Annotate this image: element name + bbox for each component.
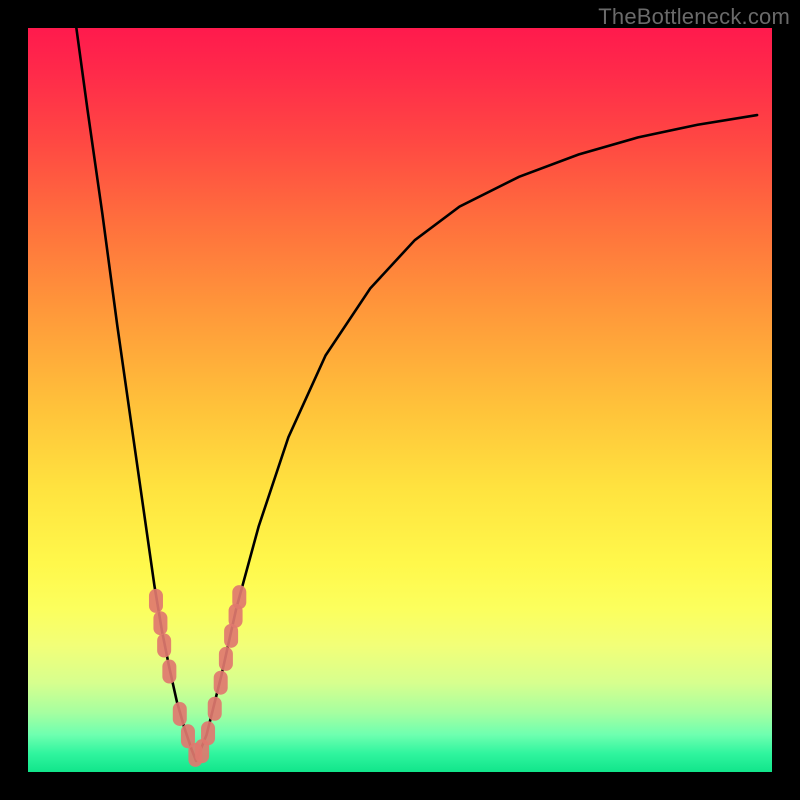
- data-marker: [153, 611, 167, 635]
- curve-right-branch: [196, 115, 757, 761]
- data-marker: [157, 634, 171, 658]
- plot-area: [28, 28, 772, 772]
- curve-left-branch: [76, 28, 196, 761]
- data-marker: [208, 697, 222, 721]
- chart-frame: TheBottleneck.com: [0, 0, 800, 800]
- watermark-text: TheBottleneck.com: [598, 4, 790, 30]
- curve-layer: [28, 28, 772, 772]
- data-marker: [201, 721, 215, 745]
- data-marker: [232, 585, 246, 609]
- data-marker: [173, 702, 187, 726]
- data-marker: [214, 671, 228, 695]
- data-marker: [149, 589, 163, 613]
- data-marker: [219, 647, 233, 671]
- data-marker: [162, 660, 176, 684]
